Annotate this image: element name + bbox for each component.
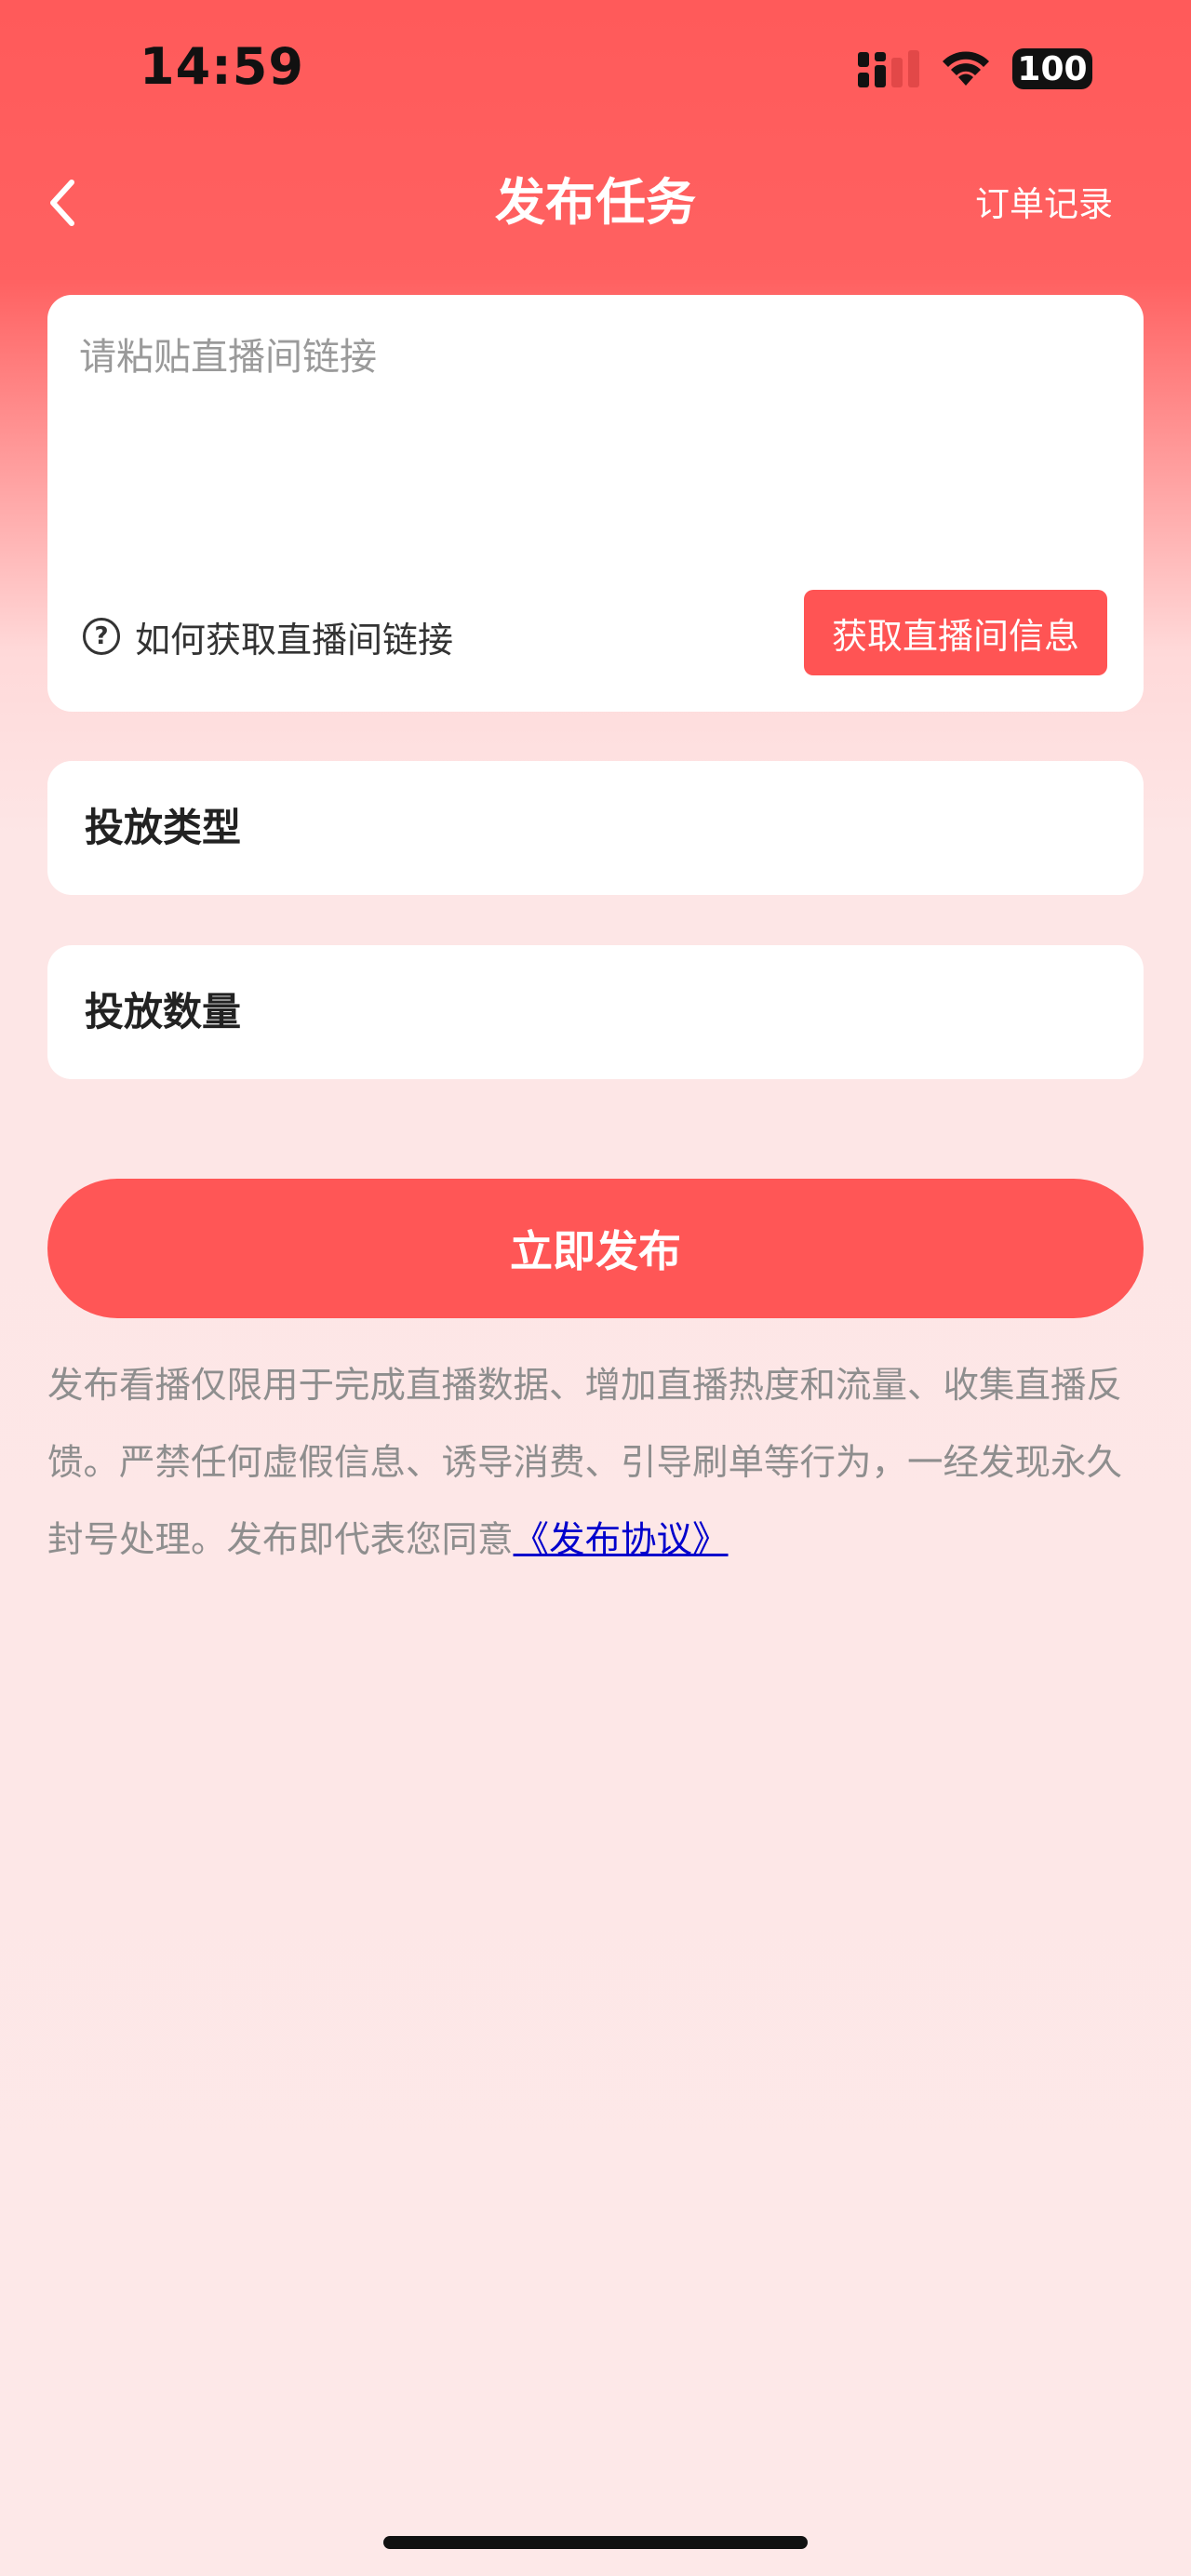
back-button[interactable] [33,169,89,236]
home-indicator [383,2536,808,2549]
delivery-quantity-card[interactable]: 投放数量 [47,945,1144,1079]
status-time: 14:59 [140,37,304,96]
live-link-card: ? 如何获取直播间链接 获取直播间信息 [47,295,1144,712]
publish-notice: 发布看播仅限用于完成直播数据、增加直播热度和流量、收集直播反馈。严禁任何虚假信息… [47,1347,1145,1579]
page-title: 发布任务 [495,173,696,232]
question-circle-icon: ? [83,618,120,655]
status-bar: 14:59 100 [0,0,1191,140]
chevron-left-icon [50,180,74,226]
publish-agreement-link[interactable]: 《发布协议》 [514,1519,729,1561]
order-records-link[interactable]: 订单记录 [975,179,1113,231]
delivery-type-label: 投放类型 [85,805,242,850]
delivery-quantity-label: 投放数量 [85,989,242,1034]
live-link-input[interactable] [79,327,1112,531]
wifi-icon [943,51,989,86]
signal-icon [858,50,919,87]
publish-now-button[interactable]: 立即发布 [47,1179,1144,1318]
fetch-live-info-button[interactable]: 获取直播间信息 [804,590,1107,675]
delivery-type-card[interactable]: 投放类型 [47,761,1144,895]
how-to-get-link-text: 如何获取直播间链接 [135,619,454,661]
how-to-get-link[interactable]: ? 如何获取直播间链接 [83,607,453,666]
battery-icon: 100 [1012,48,1092,89]
